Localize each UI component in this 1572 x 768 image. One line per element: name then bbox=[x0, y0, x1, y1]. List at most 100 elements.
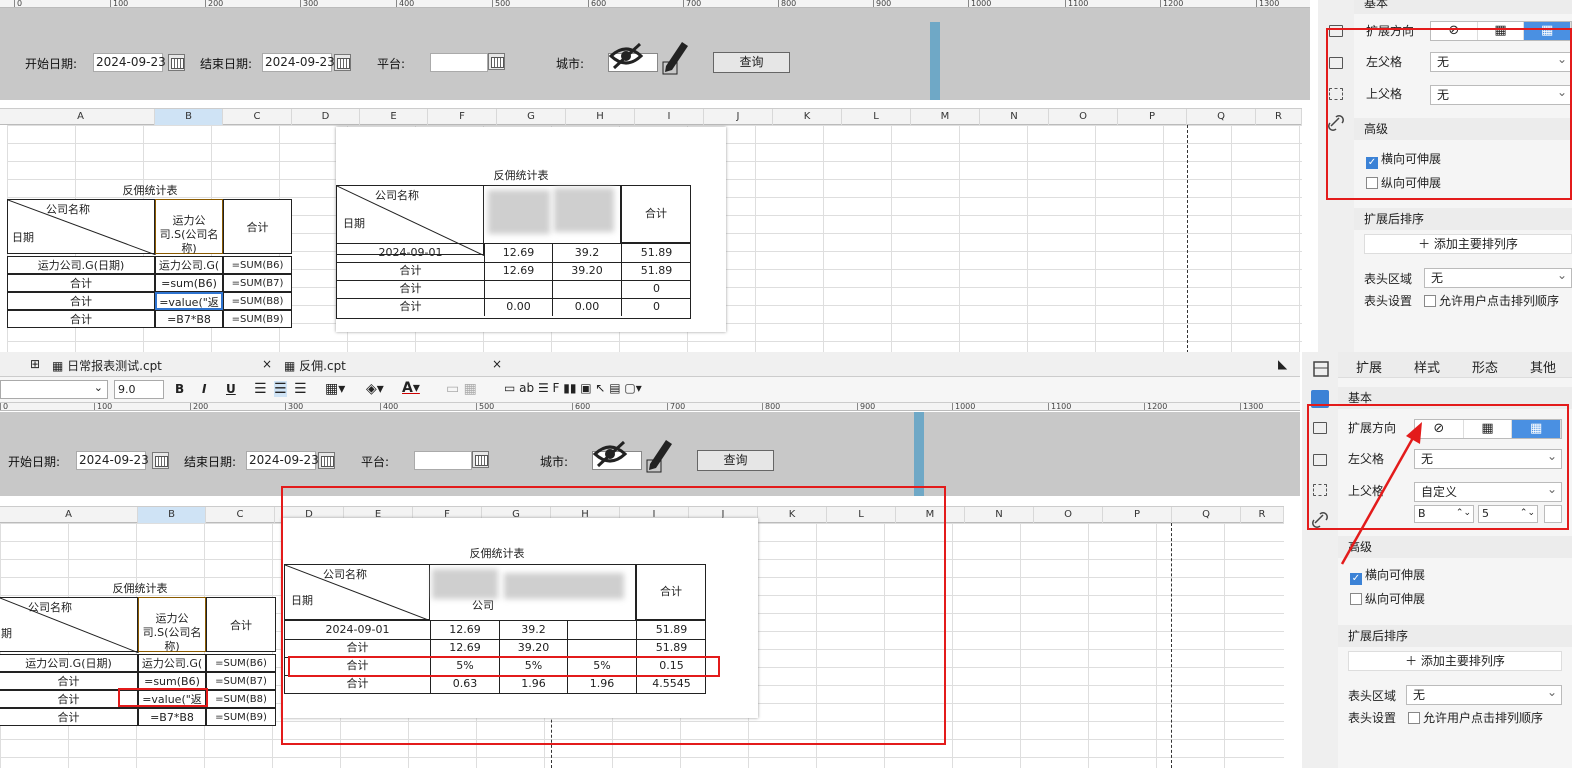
link-icon[interactable] bbox=[1328, 115, 1344, 131]
col-header-a[interactable]: A bbox=[7, 109, 155, 125]
design-cell[interactable]: 合计 bbox=[0, 708, 138, 726]
design-cell[interactable]: =SUM(B7) bbox=[223, 274, 292, 292]
design-cell[interactable]: 合计 bbox=[0, 690, 138, 708]
col-header-k[interactable]: K bbox=[758, 507, 827, 523]
col-header-a[interactable]: A bbox=[0, 507, 138, 523]
col-header-l[interactable]: L bbox=[842, 109, 911, 125]
h-expand-checkbox[interactable]: ✓ 横向可伸展 bbox=[1350, 566, 1425, 585]
col-header-c[interactable]: C bbox=[206, 507, 275, 523]
section-advanced[interactable]: 高级 bbox=[1354, 118, 1572, 140]
platform-input[interactable] bbox=[414, 451, 472, 470]
col-header-n[interactable]: N bbox=[965, 507, 1034, 523]
total-header-cell[interactable]: 合计 bbox=[223, 199, 292, 254]
col-header-h[interactable]: H bbox=[566, 109, 635, 125]
no-expand-icon[interactable]: ⊘ bbox=[1431, 22, 1478, 40]
design-cell[interactable]: 合计 bbox=[7, 310, 155, 328]
align-right-icon[interactable]: ☰ bbox=[294, 381, 307, 397]
end-date-input[interactable]: 2024-09-23 bbox=[262, 53, 335, 72]
col-header-q[interactable]: Q bbox=[1172, 507, 1241, 523]
align-center-icon[interactable]: ☰ bbox=[274, 381, 287, 397]
start-date-input[interactable]: 2024-09-23 bbox=[93, 53, 166, 72]
section-basic[interactable]: 基本 bbox=[1338, 387, 1572, 409]
col-header-o[interactable]: O bbox=[1034, 507, 1103, 523]
col-header-p[interactable]: P bbox=[1103, 507, 1172, 523]
grid-icon[interactable]: ⊞ bbox=[30, 357, 40, 371]
col-header-r[interactable]: R bbox=[1241, 507, 1284, 523]
font-family-select[interactable]: ⌄ bbox=[0, 380, 108, 399]
col-header-o[interactable]: O bbox=[1049, 109, 1118, 125]
design-cell[interactable]: 运力公司.G( bbox=[155, 256, 223, 274]
border-icon[interactable]: ▦▾ bbox=[325, 381, 345, 397]
vertical-expand-icon[interactable]: ▦ bbox=[1478, 22, 1525, 40]
col-header-q[interactable]: Q bbox=[1187, 109, 1256, 125]
form-icon[interactable] bbox=[1313, 484, 1327, 496]
hidden-eye-icon[interactable] bbox=[592, 436, 628, 472]
corner-header-cell[interactable]: 公司名称 日期 bbox=[7, 199, 156, 255]
left-parent-select[interactable]: 无 bbox=[1414, 447, 1562, 469]
col-header-n[interactable]: N bbox=[980, 109, 1049, 125]
selected-cell-b8[interactable]: =value("返 bbox=[155, 292, 223, 310]
expand-panel-icon[interactable] bbox=[1312, 360, 1330, 378]
col-header-b[interactable]: B bbox=[155, 109, 223, 125]
tab-expand[interactable]: 扩展 bbox=[1356, 357, 1382, 376]
top-parent-select[interactable]: 自定义 bbox=[1414, 480, 1562, 502]
add-sort-button[interactable]: ＋ 添加主要排列序 bbox=[1364, 234, 1572, 254]
close-tab-icon[interactable]: × bbox=[262, 357, 272, 371]
col-header-f[interactable]: F bbox=[428, 109, 497, 125]
cell-element-icon[interactable] bbox=[1311, 390, 1329, 408]
design-cell[interactable]: =SUM(B7) bbox=[206, 672, 276, 690]
tab-other[interactable]: 其他 bbox=[1530, 357, 1556, 376]
calendar-icon[interactable] bbox=[168, 54, 185, 71]
design-cell[interactable]: =SUM(B6) bbox=[223, 256, 292, 274]
design-cell[interactable]: =SUM(B8) bbox=[206, 690, 276, 708]
header-area-select[interactable]: 无 bbox=[1424, 266, 1572, 288]
cell-picker-icon[interactable] bbox=[1544, 505, 1562, 523]
link-icon[interactable] bbox=[1312, 512, 1328, 528]
bold-button[interactable]: B bbox=[175, 382, 184, 396]
tab-rebate[interactable]: ▦ 反佣.cpt bbox=[284, 357, 504, 374]
pane-resize-bar[interactable] bbox=[914, 412, 924, 496]
edit-pencil-icon[interactable] bbox=[660, 36, 690, 76]
edit-pencil-icon[interactable] bbox=[644, 434, 674, 474]
close-tab-icon[interactable]: × bbox=[492, 357, 502, 371]
company-header-cell[interactable]: 运力公司.S(公司名称) bbox=[155, 199, 223, 255]
horizontal-expand-icon[interactable]: ▦ bbox=[1512, 420, 1562, 438]
v-expand-checkbox[interactable]: 纵向可伸展 bbox=[1350, 590, 1425, 607]
col-header-i[interactable]: I bbox=[635, 109, 704, 125]
h-expand-checkbox[interactable]: ✓ 横向可伸展 bbox=[1366, 150, 1441, 169]
design-cell[interactable]: =SUM(B9) bbox=[206, 708, 276, 726]
top-parent-select[interactable]: 无 bbox=[1430, 83, 1572, 105]
tab-daily-report[interactable]: ▦ 日常报表测试.cpt bbox=[52, 357, 277, 374]
section-basic[interactable]: 基本 bbox=[1354, 0, 1572, 14]
underline-button[interactable]: U bbox=[226, 382, 236, 396]
tab-menu-icon[interactable]: ◣ bbox=[1278, 357, 1287, 371]
expand-direction-toggle[interactable]: ⊘ ▦ ▦ bbox=[1414, 419, 1562, 439]
widget-icon[interactable] bbox=[1313, 454, 1327, 466]
col-header-c[interactable]: C bbox=[223, 109, 292, 125]
design-cell[interactable]: 运力公司.G( bbox=[138, 654, 206, 672]
query-button[interactable]: 查询 bbox=[713, 52, 790, 73]
widget-icon[interactable] bbox=[1329, 88, 1343, 100]
horizontal-expand-icon[interactable]: ▦ bbox=[1524, 22, 1572, 40]
fill-color-icon[interactable]: ◈▾ bbox=[366, 381, 384, 397]
tab-form[interactable]: 形态 bbox=[1472, 357, 1498, 376]
dropdown-icon[interactable] bbox=[488, 53, 505, 70]
pane-resize-bar[interactable] bbox=[930, 22, 940, 100]
design-cell[interactable]: =B7*B8 bbox=[138, 708, 206, 726]
design-cell[interactable]: =SUM(B9) bbox=[223, 310, 292, 328]
calendar-icon[interactable] bbox=[318, 452, 335, 469]
font-color-icon[interactable]: A▾ bbox=[402, 380, 420, 396]
total-header-cell[interactable]: 合计 bbox=[206, 597, 276, 652]
hidden-eye-icon[interactable] bbox=[608, 38, 644, 74]
col-header-e[interactable]: E bbox=[360, 109, 428, 125]
add-sort-button[interactable]: ＋ 添加主要排列序 bbox=[1348, 651, 1562, 671]
font-size-select[interactable]: 9.0 bbox=[114, 380, 164, 399]
col-header-b[interactable]: B bbox=[138, 507, 206, 523]
col-header-p[interactable]: P bbox=[1118, 109, 1187, 125]
cell-element-icon[interactable] bbox=[1329, 25, 1343, 37]
col-header-l[interactable]: L bbox=[827, 507, 896, 523]
design-cell[interactable]: =SUM(B8) bbox=[223, 292, 292, 310]
insert-toolbar-icons[interactable]: ▭ ab ☰ F ▮▮ ▣ ↖ ▤ ▢▾ bbox=[504, 381, 642, 395]
design-cell[interactable]: =sum(B6) bbox=[138, 672, 206, 690]
design-cell[interactable]: 合计 bbox=[7, 292, 155, 310]
